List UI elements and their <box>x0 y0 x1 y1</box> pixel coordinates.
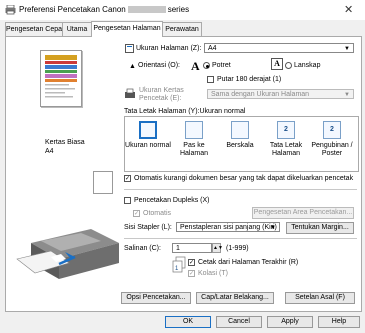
tab-quick-setup[interactable]: Pengesetan Cepat <box>5 22 64 36</box>
copies-input[interactable]: 1 <box>172 243 212 253</box>
chevron-down-icon: ▼ <box>270 225 276 231</box>
layout-item-scaled[interactable]: Berskala <box>217 117 263 150</box>
duplex-auto-label: Otomatis <box>143 210 172 217</box>
duplex-auto-checkbox[interactable]: ✓ <box>133 210 140 217</box>
tab-maintenance[interactable]: Perawatan <box>162 22 202 36</box>
landscape-radio[interactable] <box>285 62 292 69</box>
close-icon[interactable]: ✕ <box>344 3 353 16</box>
auto-reduce-checkbox[interactable]: ✓ <box>124 175 131 182</box>
portrait-radio[interactable] <box>203 62 210 69</box>
layout-label: Tata Letak Halaman (Y):Ukuran normal <box>124 108 246 115</box>
stapling-side-select[interactable]: Penstapleran sisi panjang (Kiri) ▼ <box>176 222 280 232</box>
layout-page-layout-icon: 2 <box>277 121 295 139</box>
layout-item-fit-to-page[interactable]: Pas ke Halaman <box>171 117 217 158</box>
page-size-icon <box>125 44 134 53</box>
duplex-label: Pencetakan Dupleks (X) <box>134 197 210 204</box>
page-size-label: Ukuran Halaman (Z): <box>136 45 202 52</box>
layout-item-label: Pengubinan / Poster <box>311 142 353 157</box>
printer-paper-label-2: Pencetak (E): <box>139 95 182 102</box>
collate-label: Kolasi (T) <box>198 270 228 277</box>
media-type-label: Kertas Biasa <box>45 139 85 146</box>
preview-content-image <box>45 55 77 98</box>
help-button[interactable]: Help <box>318 316 360 328</box>
tab-page-setup[interactable]: Pengesetan Halaman <box>91 21 163 37</box>
layout-item-page-layout[interactable]: 2 Tata Letak Halaman <box>263 117 309 158</box>
layout-item-label: Tata Letak Halaman <box>269 142 303 157</box>
print-options-button[interactable]: Opsi Pencetakan... <box>121 292 191 304</box>
printer-app-icon <box>5 5 16 15</box>
printer-paper-select[interactable]: Sama dengan Ukuran Halaman ▼ <box>207 89 354 99</box>
collate-checkbox[interactable]: ✓ <box>188 270 195 277</box>
tab-main[interactable]: Utama <box>62 22 92 36</box>
layout-list: Ukuran normal Pas ke Halaman Berskala 2 … <box>124 116 359 172</box>
printer-paper-label-1: Ukuran Kertas <box>139 87 184 94</box>
chevron-down-icon: ▼ <box>344 92 350 98</box>
landscape-label: Lanskap <box>294 62 321 69</box>
page-preview <box>40 50 82 107</box>
redacted-model-name <box>127 6 166 13</box>
copies-label: Salinan (C): <box>124 245 161 252</box>
cancel-button[interactable]: Cancel <box>216 316 262 328</box>
layout-item-normal[interactable]: Ukuran normal <box>125 117 171 150</box>
portrait-icon: A <box>191 59 200 73</box>
stapling-side-label: Sisi Stapler (L): <box>124 224 172 231</box>
layout-fit-icon <box>185 121 203 139</box>
layout-item-label: Berskala <box>226 142 254 149</box>
landscape-icon: A <box>271 58 283 70</box>
rotate-180-label: Putar 180 derajat (1) <box>217 76 282 83</box>
layout-item-tiling-poster[interactable]: 2 Pengubinan / Poster <box>309 117 355 158</box>
apply-button[interactable]: Apply <box>267 316 313 328</box>
page-size-select[interactable]: A4 ▼ <box>204 43 354 53</box>
auto-reduce-label: Otomatis kurangi dokumen besar yang tak … <box>134 175 354 182</box>
stamp-background-button[interactable]: Cap/Latar Belakang... <box>196 292 274 304</box>
ok-button[interactable]: OK <box>165 316 211 328</box>
duplex-checkbox[interactable] <box>124 197 131 204</box>
divider <box>124 238 357 239</box>
print-area-setup-button[interactable]: Pengesetan Area Pencetakan... <box>252 207 354 219</box>
portrait-label: Potret <box>212 62 231 69</box>
rotate-180-checkbox[interactable] <box>207 76 214 83</box>
collate-pages-icon: 1 <box>172 256 186 273</box>
defaults-button[interactable]: Setelan Asal (F) <box>285 292 355 304</box>
orientation-label: Orientasi (O): <box>138 62 181 69</box>
chevron-down-icon: ▼ <box>344 46 350 52</box>
copies-stepper[interactable]: ▲▼ <box>212 243 223 253</box>
specify-margin-button[interactable]: Tentukan Margin... <box>286 222 354 234</box>
layout-poster-icon: 2 <box>323 121 341 139</box>
paper-preview-icon <box>93 171 113 194</box>
orientation-bullet-icon: ▲ <box>129 63 136 70</box>
layout-item-label: Pas ke Halaman <box>179 142 208 157</box>
last-page-first-label: Cetak dari Halaman Terakhir (R) <box>198 259 299 266</box>
copies-range: (1-999) <box>226 245 249 252</box>
window-title: Preferensi Pencetakan Canon series <box>19 5 190 14</box>
divider <box>124 189 357 190</box>
printer-paper-icon <box>125 88 135 98</box>
printer-illustration <box>16 229 119 279</box>
layout-item-label: Ukuran normal <box>125 142 171 149</box>
layout-scaled-icon <box>231 121 249 139</box>
layout-normal-icon <box>139 121 157 139</box>
media-size-label: A4 <box>45 148 54 155</box>
last-page-first-checkbox[interactable]: ✓ <box>188 259 195 266</box>
